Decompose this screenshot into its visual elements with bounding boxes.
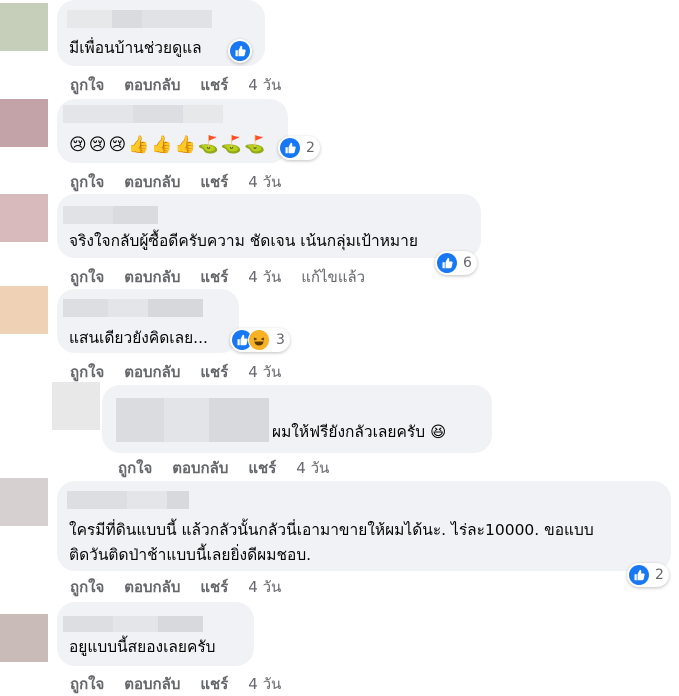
comment-bubble: ผมให้ฟรียังกลัวเลยครับ 😆	[102, 385, 492, 453]
share-button[interactable]: แชร์	[200, 575, 228, 599]
comment-text-line-2: ติดวันติดป่าช้าแบบนี้เลยยิ่งดีผมชอบ.	[69, 546, 312, 564]
like-button[interactable]: ถูกใจ	[70, 360, 104, 384]
reply-button[interactable]: ตอบกลับ	[124, 672, 180, 696]
author-name-blurred[interactable]	[116, 398, 269, 442]
reaction-count: 2	[306, 140, 315, 156]
share-button[interactable]: แชร์	[200, 73, 228, 97]
reaction-badge[interactable]	[228, 39, 252, 63]
avatar[interactable]	[0, 99, 48, 147]
reply-button[interactable]: ตอบกลับ	[172, 456, 228, 480]
comment-text: มีเพื่อนบ้านช่วยดูแล	[69, 39, 202, 57]
like-icon	[629, 565, 649, 585]
reaction-badge[interactable]: 6	[435, 251, 477, 275]
timestamp[interactable]: 4 วัน	[248, 575, 281, 599]
timestamp[interactable]: 4 วัน	[296, 456, 329, 480]
reply-button[interactable]: ตอบกลับ	[124, 170, 180, 194]
reaction-badge[interactable]: 3	[230, 328, 290, 352]
comment-3: จริงใจกลับผู้ซื้อดีครับความ ชัดเจน เน้นก…	[0, 192, 679, 286]
comment-bubble: 😢😢😢👍👍👍⛳⛳⛳	[57, 99, 288, 163]
reaction-badge[interactable]: 2	[627, 563, 669, 587]
like-button[interactable]: ถูกใจ	[70, 575, 104, 599]
reaction-count: 3	[276, 332, 285, 348]
timestamp[interactable]: 4 วัน	[248, 672, 281, 696]
author-name-blurred[interactable]	[63, 206, 158, 224]
comment-5-reply: ผมให้ฟรียังกลัวเลยครับ 😆 ถูกใจ ตอบกลับ แ…	[0, 382, 679, 478]
comment-text: ผมให้ฟรียังกลัวเลยครับ 😆	[272, 423, 447, 441]
avatar[interactable]	[52, 382, 100, 430]
author-name-blurred[interactable]	[63, 616, 203, 632]
reaction-count: 6	[463, 255, 472, 271]
comment-actions: ถูกใจ ตอบกลับ แชร์ 4 วัน	[70, 575, 301, 599]
reply-button[interactable]: ตอบกลับ	[124, 73, 180, 97]
comment-text: จริงใจกลับผู้ซื้อดีครับความ ชัดเจน เน้นก…	[69, 232, 418, 250]
comment-actions: ถูกใจ ตอบกลับ แชร์ 4 วัน	[70, 170, 301, 194]
timestamp[interactable]: 4 วัน	[248, 170, 281, 194]
avatar[interactable]	[0, 3, 48, 51]
like-icon	[437, 253, 457, 273]
timestamp[interactable]: 4 วัน	[248, 360, 281, 384]
avatar[interactable]	[0, 614, 48, 662]
share-button[interactable]: แชร์	[200, 360, 228, 384]
share-button[interactable]: แชร์	[200, 170, 228, 194]
reply-button[interactable]: ตอบกลับ	[124, 575, 180, 599]
author-name-blurred[interactable]	[63, 105, 223, 123]
reply-button[interactable]: ตอบกลับ	[124, 360, 180, 384]
timestamp[interactable]: 4 วัน	[248, 73, 281, 97]
comment-bubble: อยูแบบนี้สยองเลยครับ	[57, 602, 254, 666]
author-name-blurred[interactable]	[67, 10, 212, 28]
comment-actions: ถูกใจ ตอบกลับ แชร์ 4 วัน	[70, 672, 301, 696]
comment-actions: ถูกใจ ตอบกลับ แชร์ 4 วัน	[118, 456, 349, 480]
comment-actions: ถูกใจ ตอบกลับ แชร์ 4 วัน	[70, 360, 301, 384]
like-button[interactable]: ถูกใจ	[70, 672, 104, 696]
comment-1: มีเพื่อนบ้านช่วยดูแล ถูกใจ ตอบกลับ แชร์ …	[0, 0, 679, 97]
author-name-blurred[interactable]	[67, 491, 189, 509]
reaction-badge[interactable]: 2	[278, 136, 320, 160]
comment-2: 😢😢😢👍👍👍⛳⛳⛳ 2 ถูกใจ ตอบกลับ แชร์ 4 วัน	[0, 97, 679, 192]
haha-icon	[248, 329, 270, 351]
like-button[interactable]: ถูกใจ	[118, 456, 152, 480]
comment-text: อยูแบบนี้สยองเลยครับ	[69, 638, 216, 656]
comment-bubble: แสนเดียวยังคิดเลย...	[57, 289, 239, 353]
comment-actions: ถูกใจ ตอบกลับ แชร์ 4 วัน	[70, 73, 301, 97]
like-button[interactable]: ถูกใจ	[70, 170, 104, 194]
like-button[interactable]: ถูกใจ	[70, 73, 104, 97]
comment-7: อยูแบบนี้สยองเลยครับ ถูกใจ ตอบกลับ แชร์ …	[0, 600, 679, 695]
avatar[interactable]	[0, 194, 48, 242]
share-button[interactable]: แชร์	[200, 672, 228, 696]
avatar[interactable]	[0, 478, 48, 526]
comment-6: ใครมีที่ดินแบบนี้ แล้วกลัวนั้นกลัวนี่เอา…	[0, 478, 679, 600]
share-button[interactable]: แชร์	[248, 456, 276, 480]
comment-text: แสนเดียวยังคิดเลย...	[69, 329, 208, 347]
reaction-count: 2	[655, 567, 664, 583]
like-icon	[230, 41, 250, 61]
author-name-blurred[interactable]	[63, 299, 203, 317]
comment-text-line-1: ใครมีที่ดินแบบนี้ แล้วกลัวนั้นกลัวนี่เอา…	[69, 521, 594, 539]
avatar[interactable]	[0, 286, 48, 334]
comment-4: แสนเดียวยังคิดเลย... 3 ถูกใจ ตอบกลับ แชร…	[0, 286, 679, 382]
comment-bubble: ใครมีที่ดินแบบนี้ แล้วกลัวนั้นกลัวนี่เอา…	[57, 481, 671, 571]
comment-bubble: จริงใจกลับผู้ซื้อดีครับความ ชัดเจน เน้นก…	[57, 194, 481, 258]
comment-emoji-text: 😢😢😢👍👍👍⛳⛳⛳	[69, 135, 268, 155]
like-icon	[280, 138, 300, 158]
